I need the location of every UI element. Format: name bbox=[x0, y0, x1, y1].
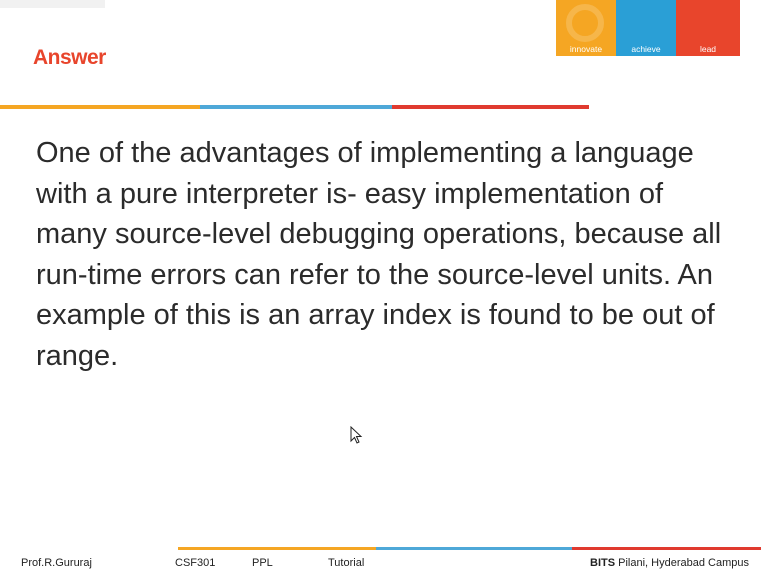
logo-segment-lead: lead bbox=[676, 0, 740, 56]
slide: innovate achieve lead Answer One of the … bbox=[0, 0, 761, 571]
footer-course-code: CSF301 bbox=[175, 557, 216, 569]
header-rule-red bbox=[392, 105, 589, 109]
footer-author: Prof.R.Gururaj bbox=[21, 557, 92, 569]
top-strip bbox=[0, 0, 105, 8]
logo-segment-innovate: innovate bbox=[556, 0, 616, 56]
bits-logo-banner: innovate achieve lead bbox=[556, 0, 740, 56]
logo-word-innovate: innovate bbox=[569, 44, 603, 54]
footer-subject: PPL bbox=[252, 557, 273, 569]
logo-word-lead: lead bbox=[699, 44, 717, 54]
logo-segment-achieve: achieve bbox=[616, 0, 676, 56]
slide-title: Answer bbox=[33, 46, 106, 69]
footer-rule-red bbox=[572, 547, 761, 550]
mouse-pointer-icon bbox=[350, 426, 363, 444]
footer-institute-rest: Pilani, Hyderabad Campus bbox=[615, 557, 749, 569]
footer-institute-bold: BITS bbox=[590, 557, 616, 569]
gear-watermark-icon bbox=[566, 4, 604, 42]
footer-type: Tutorial bbox=[328, 557, 365, 569]
footer-rule-orange bbox=[178, 547, 376, 550]
header-rule-orange bbox=[0, 105, 200, 109]
footer-rule-blue bbox=[376, 547, 572, 550]
footer-institute: BITS Pilani, Hyderabad Campus bbox=[590, 557, 749, 569]
header-rule-blue bbox=[200, 105, 392, 109]
logo-word-achieve: achieve bbox=[631, 44, 661, 54]
slide-body-text: One of the advantages of implementing a … bbox=[36, 137, 722, 372]
